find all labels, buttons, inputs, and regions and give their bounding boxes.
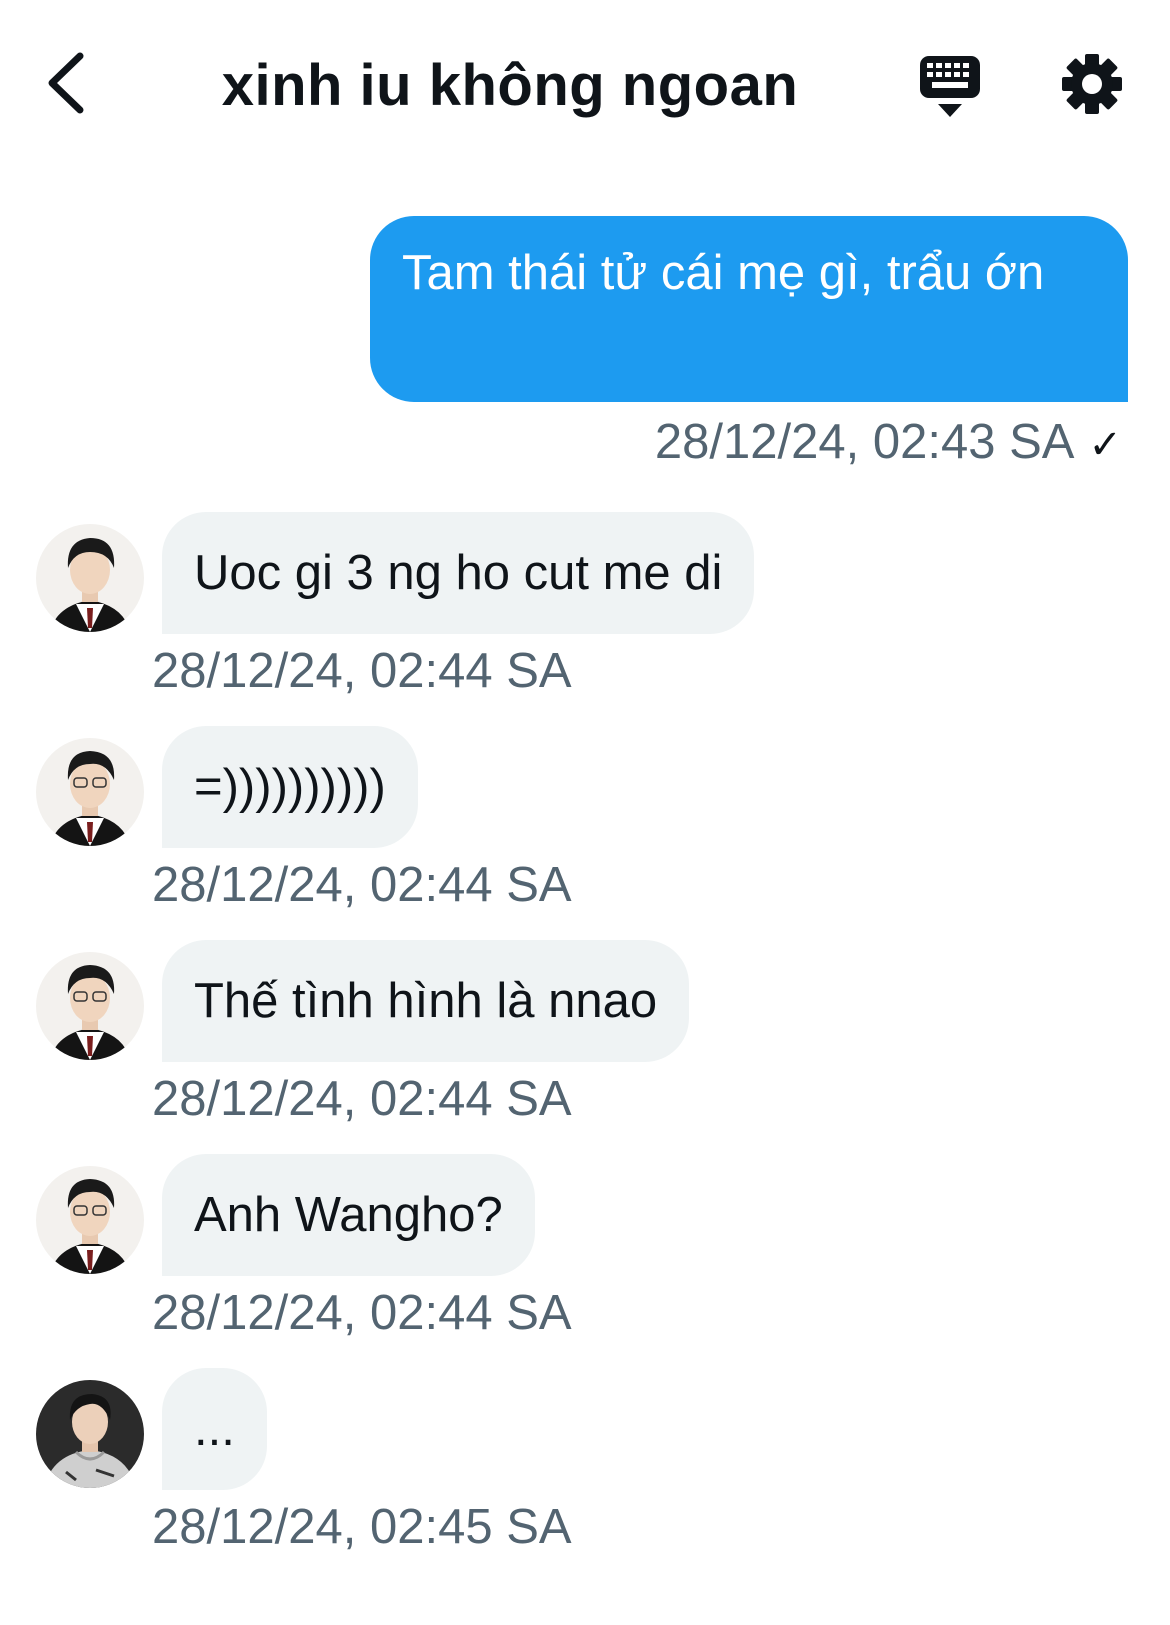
chevron-left-icon [48, 52, 84, 114]
message-timestamp: 28/12/24, 02:45 SA [152, 1500, 572, 1554]
message-bubble-incoming[interactable]: Uoc gi 3 ng ho cut me di [162, 512, 755, 634]
avatar[interactable] [36, 1380, 144, 1488]
message-timestamp: 28/12/24, 02:44 SA [152, 644, 572, 698]
message-bubble-incoming[interactable]: Anh Wangho? [162, 1154, 535, 1276]
timestamp-text: 28/12/24, 02:43 SA [654, 415, 1075, 469]
keyboard-button[interactable] [918, 54, 982, 120]
avatar[interactable] [36, 738, 144, 846]
message-bubble-incoming[interactable]: =)))))))))) [162, 726, 418, 848]
avatar[interactable] [36, 1166, 144, 1274]
message-bubble-outgoing[interactable]: Tam thái tử cái mẹ gì, trẩu ớn [370, 216, 1128, 402]
avatar[interactable] [36, 952, 144, 1060]
message-timestamp: 28/12/24, 02:44 SA [152, 1286, 572, 1340]
message-timestamp: 28/12/24, 02:44 SA [152, 858, 572, 912]
message-bubble-incoming[interactable]: ... [162, 1368, 267, 1490]
back-button[interactable] [38, 48, 98, 118]
conversation-header: xinh iu không ngoan [0, 0, 1170, 170]
message-bubble-incoming[interactable]: Thế tình hình là nnao [162, 940, 690, 1062]
conversation-title: xinh iu không ngoan [221, 53, 799, 118]
keyboard-icon [920, 56, 980, 117]
message-timestamp: 28/12/24, 02:44 SA [152, 1072, 572, 1126]
message-timestamp: 28/12/24, 02:43 SA ✓ [655, 412, 1122, 475]
gear-icon [1062, 54, 1122, 114]
check-icon: ✓ [1088, 423, 1122, 467]
settings-button[interactable] [1060, 52, 1124, 116]
avatar[interactable] [36, 524, 144, 632]
